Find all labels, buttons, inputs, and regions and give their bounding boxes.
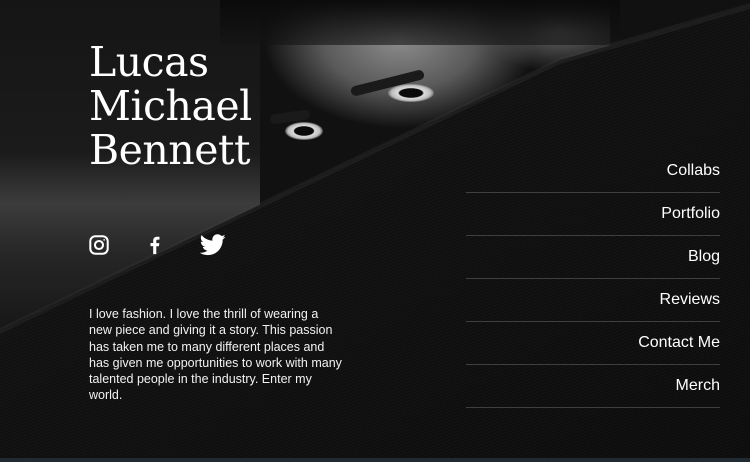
nav-item-collabs[interactable]: Collabs <box>466 150 720 193</box>
model-eye-left <box>285 122 323 140</box>
name-line-first: Lucas <box>89 38 209 86</box>
nav-item-merch[interactable]: Merch <box>466 365 720 408</box>
about-text: I love fashion. I love the thrill of wea… <box>89 307 342 403</box>
nav-item-reviews[interactable]: Reviews <box>466 279 720 322</box>
name-line-middle: Michael <box>89 82 252 130</box>
nav-item-portfolio[interactable]: Portfolio <box>466 193 720 236</box>
name-line-last: Bennett <box>89 126 250 174</box>
bottom-strip <box>0 458 750 462</box>
main-navigation: Collabs Portfolio Blog Reviews Contact M… <box>466 150 720 408</box>
nav-item-blog[interactable]: Blog <box>466 236 720 279</box>
page-title: Lucas Michael Bennett <box>89 40 252 172</box>
nav-item-contact-me[interactable]: Contact Me <box>466 322 720 365</box>
model-eye-right <box>388 84 434 102</box>
twitter-icon[interactable] <box>200 233 256 257</box>
facebook-icon[interactable] <box>144 233 200 257</box>
model-hair <box>220 0 620 45</box>
instagram-icon[interactable] <box>88 233 144 257</box>
social-links <box>88 233 256 257</box>
